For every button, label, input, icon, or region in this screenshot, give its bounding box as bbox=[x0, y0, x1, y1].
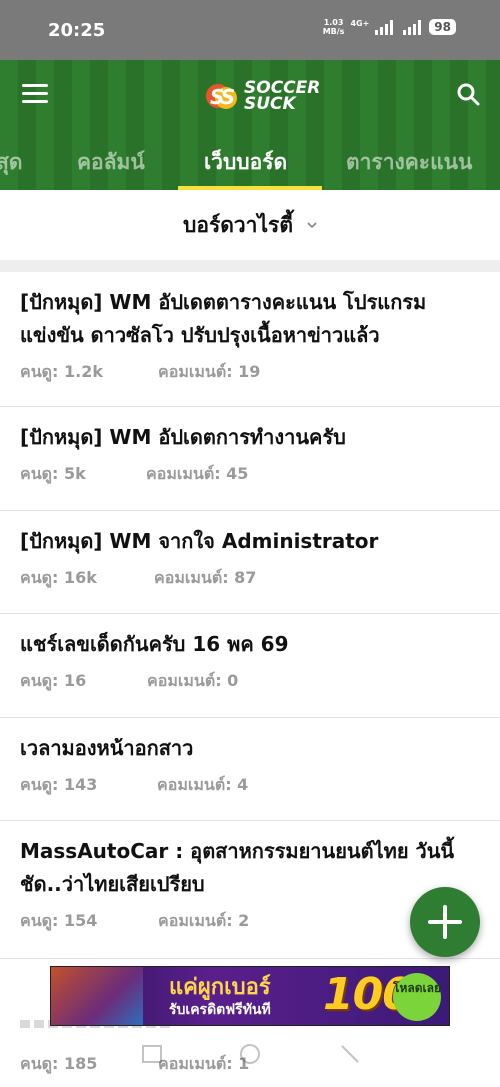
post-comments: คอมเมนต์: 19 bbox=[158, 361, 261, 381]
signal-strength-icon-2 bbox=[403, 19, 422, 35]
post-item-0[interactable]: [ปักหมุด] WM อัปเดตตารางคะแนน โปรแกรมแข่… bbox=[0, 272, 500, 407]
post-title: เวลามองหน้าอกสาว bbox=[20, 736, 194, 760]
section-tabs: สุด คอลัมน์ เว็บบอร์ด ตารางคะแนน bbox=[0, 142, 500, 190]
post-list: [ปักหมุด] WM อัปเดตตารางคะแนน โปรแกรมแข่… bbox=[0, 272, 500, 959]
post-title: [ปักหมุด] WM จากใจ Administrator bbox=[20, 529, 379, 553]
post-comments: คอมเมนต์: 1 bbox=[158, 1054, 250, 1073]
nav-recent-icon bbox=[142, 1045, 162, 1063]
post-title: [ปักหมุด] WM อัปเดตการทำงานครับ bbox=[20, 425, 346, 449]
ad-character-image bbox=[51, 967, 143, 1025]
post-item-1[interactable]: [ปักหมุด] WM อัปเดตการทำงานครับ คนดู: 5k… bbox=[0, 407, 500, 511]
ad-subline: รับเครดิตฟรีทันที bbox=[169, 1002, 271, 1018]
post-views: คนดู: 5k bbox=[20, 463, 86, 483]
nav-home-icon bbox=[240, 1044, 260, 1064]
status-bar: 20:25 1.03 MB/s 4G+ 98 bbox=[0, 0, 500, 60]
post-title: [ปักหมุด] WM อัปเดตตารางคะแนน โปรแกรมแข่… bbox=[20, 290, 427, 347]
post-title: แชร์เลขเด็ดกันครับ 16 พค 69 bbox=[20, 632, 289, 656]
post-comments: คอมเมนต์: 45 bbox=[146, 463, 249, 483]
post-meta: คนดู: 5k คอมเมนต์: 45 bbox=[20, 454, 480, 494]
section-divider bbox=[0, 260, 500, 272]
post-views: คนดู: 16 bbox=[20, 670, 87, 690]
battery-indicator: 98 bbox=[429, 19, 456, 35]
post-views: คนดู: 16k bbox=[20, 567, 97, 587]
post-meta: คนดู: 1.2k คอมเมนต์: 19 bbox=[20, 352, 480, 392]
post-comments: คอมเมนต์: 87 bbox=[154, 567, 257, 587]
post-title: MassAutoCar : อุตสาหกรรมยานยนต์ไทย วันนี… bbox=[20, 839, 455, 896]
post-comments: คอมเมนต์: 2 bbox=[158, 910, 250, 930]
post-views: คนดู: 154 bbox=[20, 910, 98, 930]
status-time: 20:25 bbox=[48, 20, 106, 41]
network-speed: 1.03 MB/s bbox=[323, 18, 345, 36]
nav-back-icon bbox=[341, 1045, 359, 1063]
post-item-3[interactable]: แชร์เลขเด็ดกันครับ 16 พค 69 คนดู: 16 คอม… bbox=[0, 614, 500, 718]
logo-mark: SS bbox=[210, 85, 235, 109]
post-item-4[interactable]: เวลามองหน้าอกสาว คนดู: 143 คอมเมนต์: 4 bbox=[0, 718, 500, 821]
tab-webboard[interactable]: เว็บบอร์ด bbox=[204, 146, 287, 179]
post-views: คนดู: 185 bbox=[20, 1054, 98, 1073]
signal-strength-icon bbox=[375, 19, 394, 35]
logo-text-suck: SUCK bbox=[244, 94, 296, 114]
app-header: SS SOCCER SUCK สุด คอลัมน์ เว็บบอร์ด ตาร… bbox=[0, 60, 500, 190]
partial-post-meta: คนดู: 185 คอมเมนต์: 1 bbox=[20, 1052, 249, 1077]
post-meta: คนดู: 143 คอมเมนต์: 4 bbox=[20, 765, 480, 805]
network-speed-value: 1.03 bbox=[323, 18, 344, 27]
post-views: คนดู: 1.2k bbox=[20, 361, 103, 381]
ad-banner[interactable]: แค่ผูกเบอร์ รับเครดิตฟรีทันที 100 โหลดเล… bbox=[50, 966, 450, 1026]
board-selector-dropdown[interactable]: บอร์ดวาไรตี้ bbox=[0, 190, 500, 260]
post-meta: คนดู: 16k คอมเมนต์: 87 bbox=[20, 558, 480, 598]
post-meta: คนดู: 16 คอมเมนต์: 0 bbox=[20, 661, 480, 701]
post-views: คนดู: 143 bbox=[20, 774, 98, 794]
tab-standings[interactable]: ตารางคะแนน bbox=[346, 146, 472, 179]
plus-icon bbox=[428, 905, 462, 939]
post-item-2[interactable]: [ปักหมุด] WM จากใจ Administrator คนดู: 1… bbox=[0, 511, 500, 614]
post-comments: คอมเมนต์: 4 bbox=[157, 774, 249, 794]
post-comments: คอมเมนต์: 0 bbox=[147, 670, 239, 690]
tab-columns[interactable]: คอลัมน์ bbox=[77, 146, 145, 179]
chevron-down-icon bbox=[307, 222, 317, 229]
search-icon[interactable] bbox=[456, 82, 482, 108]
new-post-button[interactable] bbox=[410, 887, 480, 957]
status-indicators: 1.03 MB/s 4G+ 98 bbox=[323, 18, 456, 36]
board-selector-label: บอร์ดวาไรตี้ bbox=[183, 212, 293, 237]
ad-download-button[interactable]: โหลดเลย bbox=[393, 973, 441, 1021]
hamburger-menu-icon[interactable] bbox=[22, 84, 48, 104]
tab-latest[interactable]: สุด bbox=[0, 146, 22, 179]
network-speed-unit: MB/s bbox=[322, 27, 345, 36]
soccersuck-logo[interactable]: SS SOCCER SUCK bbox=[204, 78, 328, 114]
network-type: 4G+ bbox=[350, 18, 370, 28]
